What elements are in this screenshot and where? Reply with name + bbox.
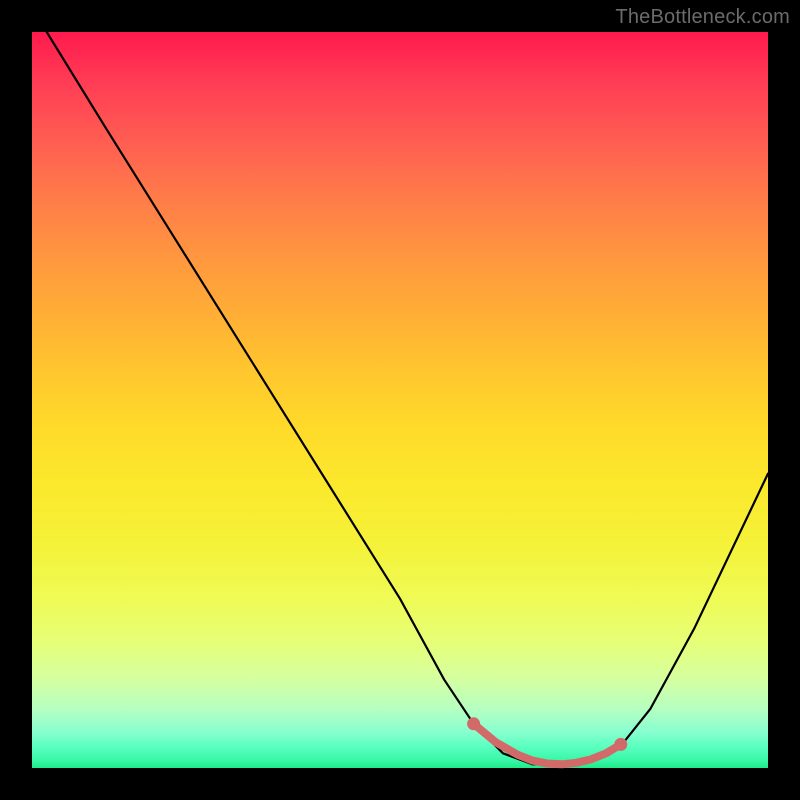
bottleneck-curve xyxy=(47,32,768,764)
highlight-endpoint-left xyxy=(467,717,480,730)
watermark-text: TheBottleneck.com xyxy=(615,6,790,29)
chart-svg xyxy=(32,32,768,768)
highlight-segment xyxy=(474,724,621,765)
plot-area xyxy=(32,32,768,768)
chart-frame: TheBottleneck.com xyxy=(0,0,800,800)
highlight-endpoint-right xyxy=(614,738,627,751)
